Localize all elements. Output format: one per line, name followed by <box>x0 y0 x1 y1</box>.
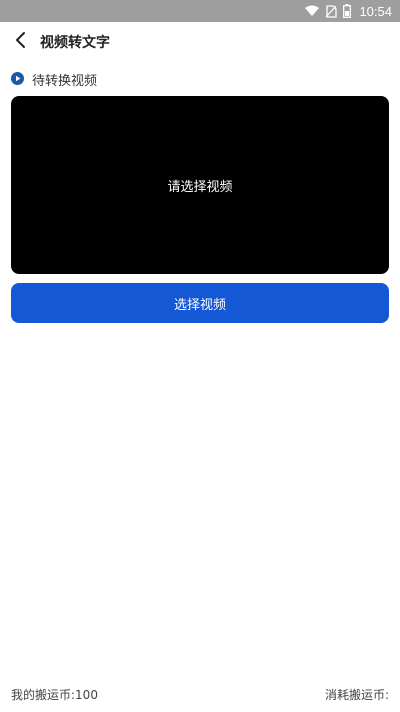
video-placeholder-text: 请选择视频 <box>167 179 233 195</box>
my-coins-label: 我的搬运币:100 <box>11 687 98 702</box>
no-sim-icon <box>325 4 338 18</box>
play-circle-icon <box>11 70 24 89</box>
video-preview[interactable]: 请选择视频 <box>11 96 389 274</box>
status-time: 10:54 <box>359 3 392 19</box>
cost-coins-label: 消耗搬运币: <box>324 687 389 702</box>
chevron-left-icon <box>15 31 27 53</box>
status-bar: 10:54 <box>0 0 400 22</box>
battery-icon <box>343 4 352 18</box>
wifi-icon <box>305 5 320 17</box>
select-video-button[interactable]: 选择视频 <box>11 283 389 323</box>
section-label: 待转换视频 <box>32 73 98 89</box>
app-bar: 视频转文字 <box>0 22 400 62</box>
back-button[interactable] <box>6 22 36 62</box>
page-title: 视频转文字 <box>40 35 110 51</box>
section-header: 待转换视频 <box>11 69 97 89</box>
footer: 我的搬运币:100 消耗搬运币: <box>11 684 389 704</box>
